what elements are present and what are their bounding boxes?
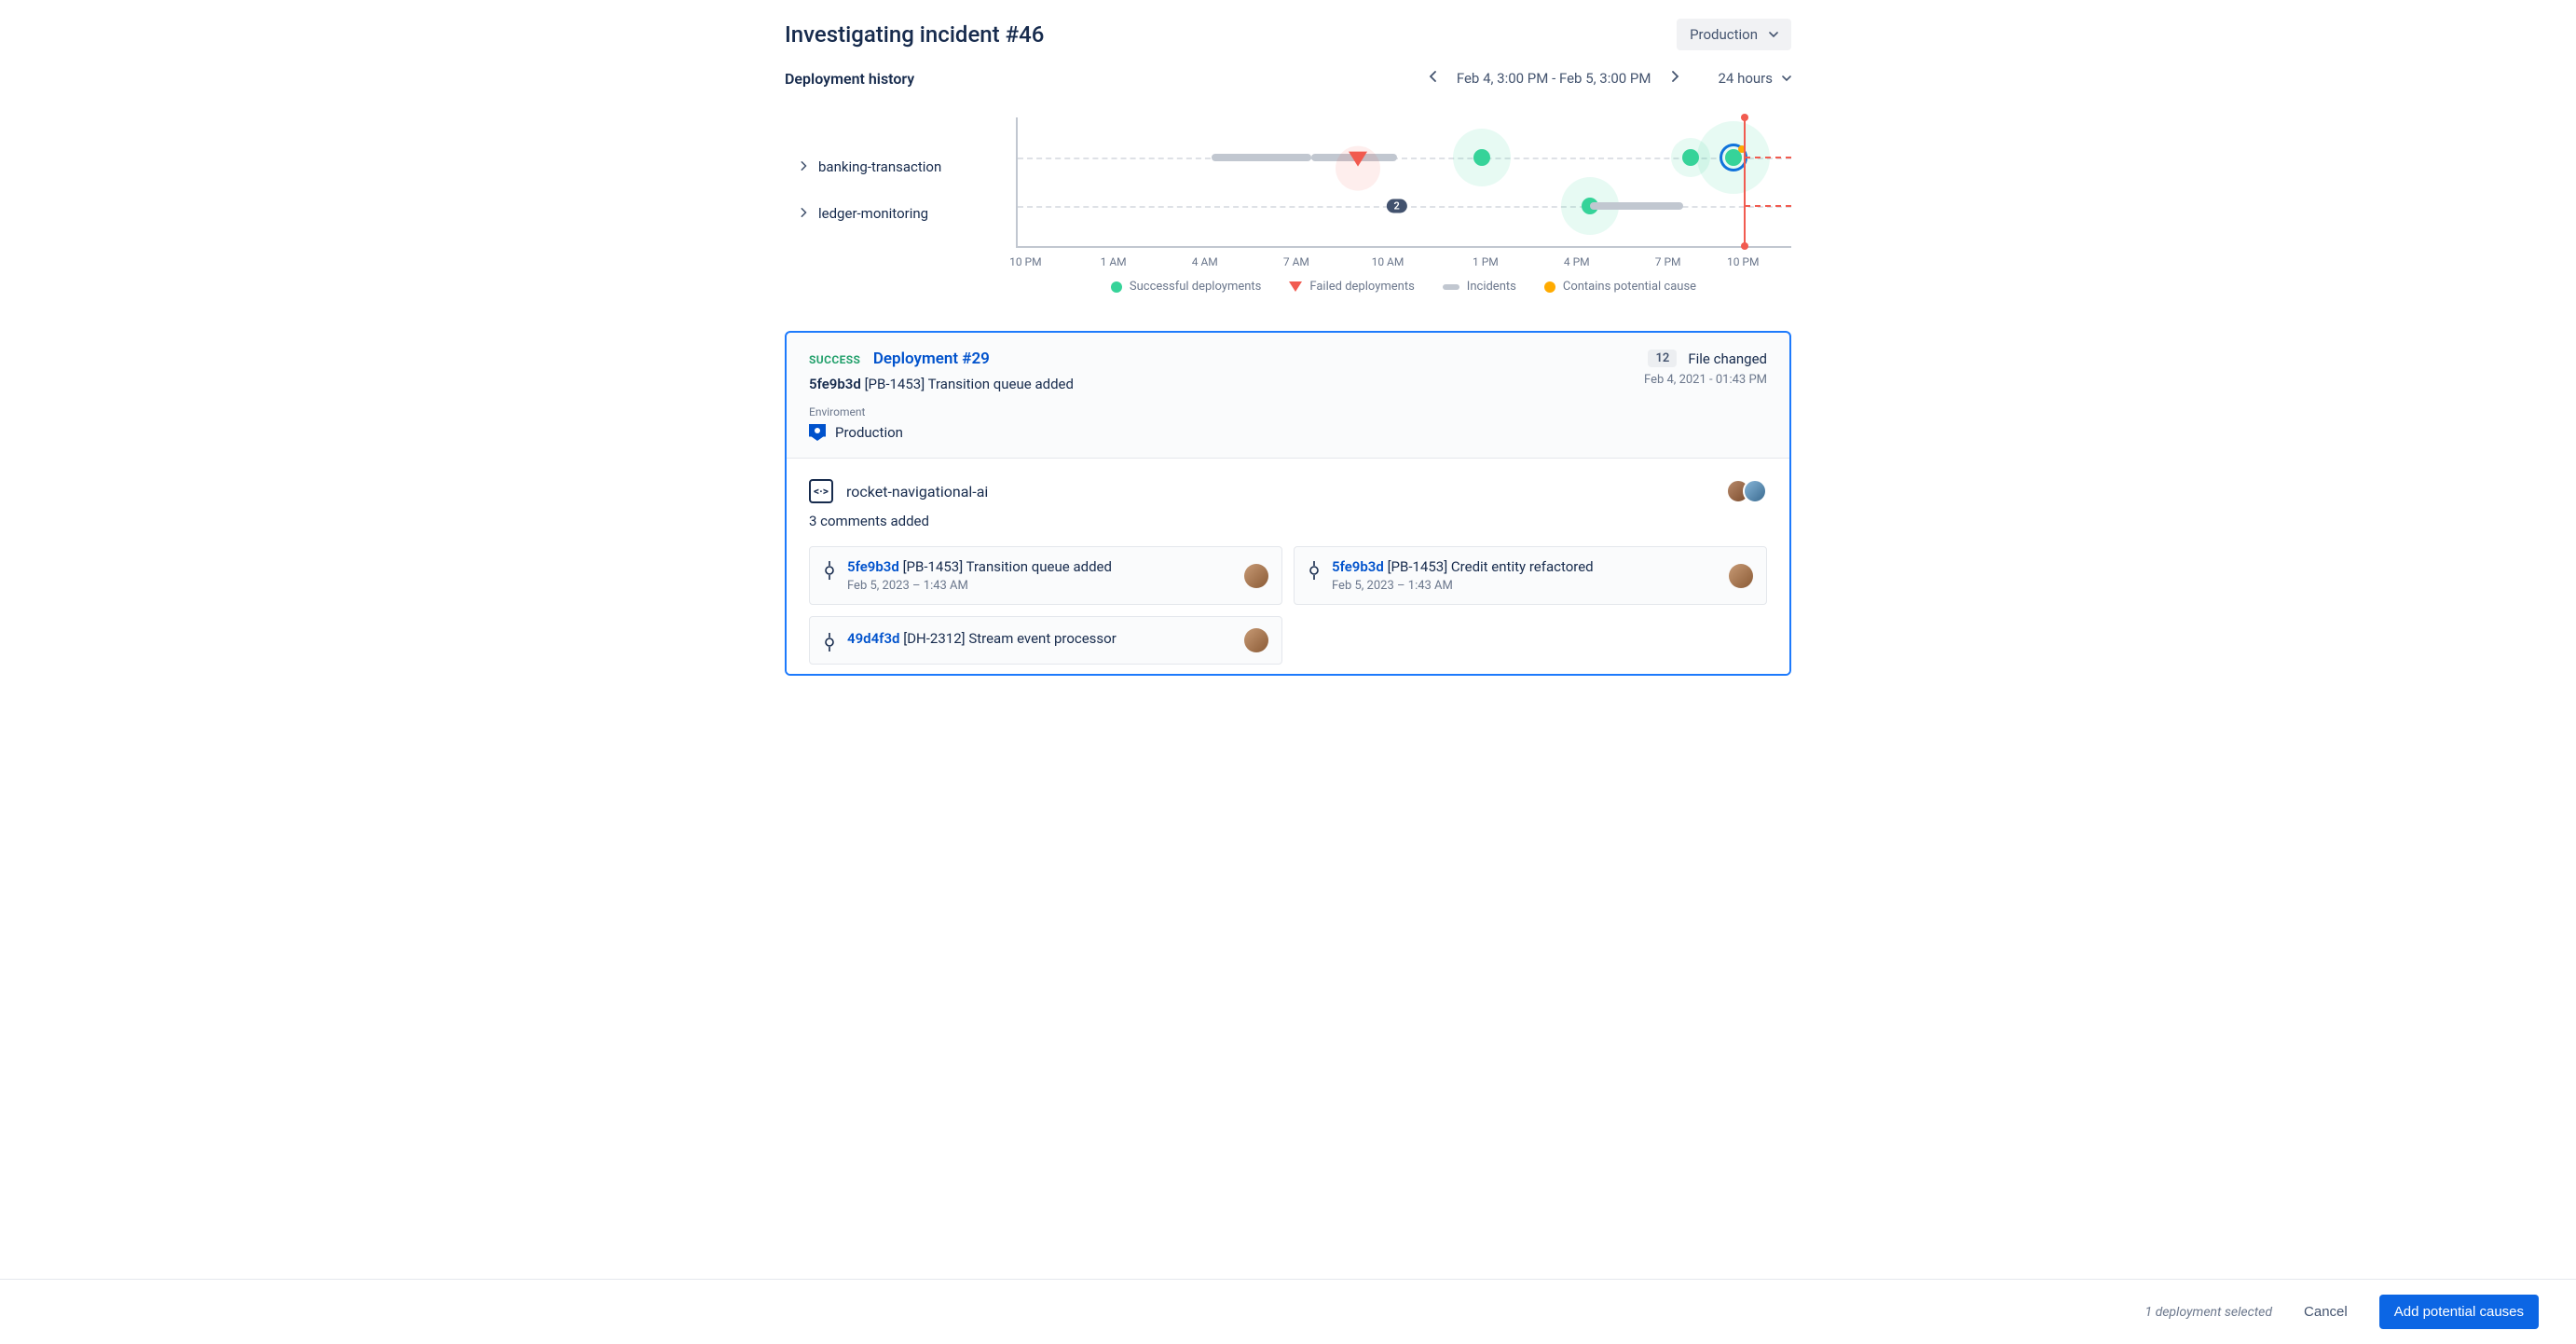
commit-card[interactable]: 5fe9b3d [PB-1453] Credit entity refactor… [1294,546,1767,605]
commit-icon [823,633,836,651]
timeline-row-label: banking-transaction [818,158,941,175]
avatar [1743,479,1767,503]
timeline-legend: Successful deployments Failed deployment… [1016,280,1791,294]
contributor-avatars[interactable] [1733,479,1767,503]
timeline-row-toggle[interactable]: banking-transaction [785,144,1016,190]
files-changed-count: 12 [1648,350,1677,367]
add-potential-causes-button[interactable]: Add potential causes [2379,1295,2539,1329]
successful-deployment-marker[interactable] [1473,149,1490,166]
environment-selector-label: Production [1690,26,1758,43]
deployment-commit-line: 5fe9b3d [PB-1453] Transition queue added [809,376,1074,392]
cluster-badge[interactable]: 2 [1387,199,1407,213]
date-range-label: Feb 4, 3:00 PM - Feb 5, 3:00 PM [1457,70,1651,87]
commit-icon [823,561,836,580]
deployment-detail-card: SUCCESS Deployment #29 5fe9b3d [PB-1453]… [785,331,1791,676]
chevron-right-icon [800,160,807,173]
current-time-marker [1744,117,1746,246]
commit-card[interactable]: 49d4f3d [DH-2312] Stream event processor [809,616,1282,665]
commit-icon [1308,561,1321,580]
environment-icon [809,424,826,441]
prev-range-button[interactable] [1425,67,1442,89]
comments-count: 3 comments added [809,513,1767,529]
status-badge: SUCCESS [809,353,860,366]
repo-name[interactable]: rocket-navigational-ai [846,483,988,501]
time-range-selector[interactable]: 24 hours [1719,70,1792,87]
selected-deployment-marker[interactable] [1725,149,1742,166]
environment-value: Production [835,424,903,441]
avatar [1244,564,1268,588]
chevron-down-icon [1782,70,1791,87]
environment-label: Enviroment [809,405,1074,418]
cancel-button[interactable]: Cancel [2295,1296,2357,1327]
chevron-right-icon [800,207,807,220]
timeline-axis: 10 PM 1 AM 4 AM 7 AM 10 AM 1 PM 4 PM 7 P… [1016,255,1791,268]
incident-bar[interactable] [1590,202,1683,210]
deployment-timestamp: Feb 4, 2021 - 01:43 PM [1644,373,1767,387]
time-range-label: 24 hours [1719,70,1774,87]
failed-deployment-marker[interactable] [1349,152,1367,167]
files-changed-label[interactable]: File changed [1688,350,1767,367]
selection-count: 1 deployment selected [2145,1305,2273,1320]
commit-card[interactable]: 5fe9b3d [PB-1453] Transition queue added… [809,546,1282,605]
environment-selector[interactable]: Production [1677,19,1791,50]
timeline-row-toggle[interactable]: ledger-monitoring [785,190,1016,237]
action-footer: 1 deployment selected Cancel Add potenti… [0,1279,2576,1344]
page-title: Investigating incident #46 [785,21,1044,48]
deployment-link[interactable]: Deployment #29 [873,350,990,368]
code-repo-icon: <·> [809,479,833,503]
timeline-row-label: ledger-monitoring [818,205,928,222]
avatar [1729,564,1753,588]
timeline-trailing-dash [1745,205,1791,207]
chevron-down-icon [1769,26,1778,43]
timeline-trailing-dash [1745,157,1791,158]
deployment-timeline-chart[interactable]: 2 [1016,117,1791,248]
incident-bar[interactable] [1212,154,1312,161]
next-range-button[interactable] [1666,67,1683,89]
section-subtitle: Deployment history [785,70,914,88]
avatar [1244,628,1268,652]
